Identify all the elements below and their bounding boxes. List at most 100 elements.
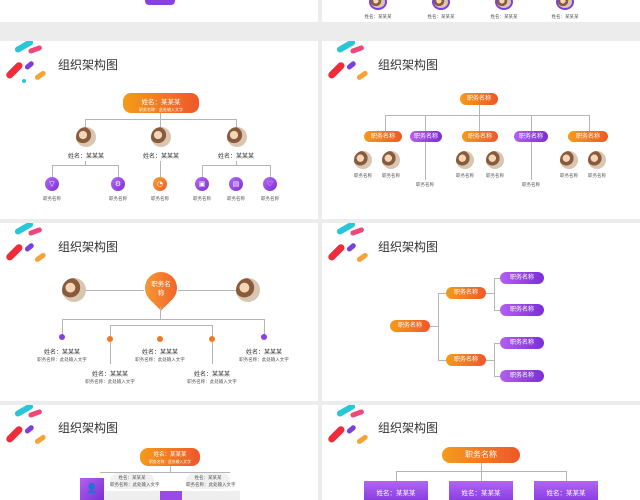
job-label: 职务名称 — [522, 183, 540, 188]
connector — [160, 161, 161, 177]
name-label: 姓名：某某某 — [91, 371, 128, 378]
slide-2: 组织架构图 职务名称 职务名称 职务名称 职务名称 职务名称 职务名称 职务名称… — [322, 41, 640, 219]
slide-5: 组织架构图 姓名：某某某 职务名称：此处输入文字 姓名：某某某 职务名称：此处输… — [0, 405, 318, 500]
lock-icon: ▣ — [195, 177, 209, 191]
connector — [202, 165, 270, 166]
desc-label: 职务名称：此处输入文字 — [110, 483, 160, 488]
connector — [86, 290, 144, 291]
connector — [438, 293, 439, 361]
desc-label: 职务名称：此处输入文字 — [85, 380, 135, 385]
job-label: 职务名称 — [456, 174, 474, 179]
connector — [531, 115, 532, 131]
top-name-pill: 姓名：某某某 职务名称：此处输入文字 — [140, 448, 200, 466]
job-label: 职务名称 — [560, 174, 578, 179]
connector — [494, 343, 495, 376]
avatar-photo — [495, 0, 513, 10]
connector — [438, 360, 446, 361]
name-label: 姓名：某某某 — [142, 153, 179, 160]
connector — [62, 319, 63, 335]
name-label: 姓名：某某某 — [461, 489, 501, 497]
desc-label: 职务名称：此处输入文字 — [37, 358, 87, 363]
partial-purple-shape — [145, 0, 175, 5]
job-label: 职务名称 — [151, 197, 169, 202]
person-photo — [382, 151, 400, 169]
job-label: 职务名称 — [193, 197, 211, 202]
connector — [479, 105, 480, 115]
connector — [160, 307, 161, 319]
name-label: 姓名：某某某 — [193, 371, 230, 378]
purple-panel: 👤 — [80, 478, 104, 500]
job-pill: 职务名称 — [446, 287, 486, 299]
pin-label: 职务名称 — [151, 280, 171, 297]
root-job-pill: 职务名称 — [390, 320, 430, 332]
connector — [52, 165, 118, 166]
name-label: 姓名：某某某 — [364, 15, 392, 20]
job-label: 职务名称 — [354, 174, 372, 179]
image-icon: ▤ — [229, 177, 243, 191]
connector — [479, 115, 480, 131]
pill-desc: 职务名称：此处输入文字 — [149, 459, 191, 464]
avatar-photo — [556, 0, 574, 10]
person-photo — [560, 151, 578, 169]
name-label: 姓名：某某某 — [245, 349, 282, 356]
purple-panel — [160, 491, 182, 500]
name-label: 姓名：某某某 — [194, 476, 222, 481]
connector — [396, 471, 397, 481]
connector — [589, 115, 590, 131]
desc-label: 职务名称：此处输入文字 — [186, 483, 236, 488]
job-pill: 职务名称 — [462, 131, 498, 142]
filter-icon: ▽ — [45, 177, 59, 191]
avatar-photo — [432, 0, 450, 10]
connector — [486, 360, 494, 361]
person-photo — [62, 278, 86, 302]
desc-label: 职务名称：此处输入文字 — [135, 358, 185, 363]
job-pill: 职务名称 — [364, 131, 402, 142]
info-card: 姓名：某某某 职务名称：此处输入文字 — [110, 473, 160, 489]
decor-shapes — [6, 223, 46, 262]
connector — [531, 142, 532, 180]
connector — [236, 119, 237, 127]
connector — [118, 165, 119, 177]
job-pill: 职务名称 — [446, 354, 486, 366]
job-label: 职务名称 — [109, 197, 127, 202]
name-label: 姓名：某某某 — [217, 153, 254, 160]
job-label: 职务名称 — [382, 174, 400, 179]
connector — [385, 115, 589, 116]
job-label: 职务名称 — [261, 197, 279, 202]
name-label: 姓名：某某某 — [43, 349, 80, 356]
job-label: 职务名称 — [486, 174, 504, 179]
pill-name: 姓名：某某某 — [153, 452, 187, 458]
name-label: 姓名：某某某 — [551, 15, 579, 20]
slide-0-left — [0, 0, 318, 22]
decor-shapes — [328, 41, 368, 80]
gray-band — [182, 491, 240, 500]
connector — [566, 471, 567, 481]
name-label: 姓名：某某某 — [141, 349, 178, 356]
job-label: 职务名称 — [43, 197, 61, 202]
heart-icon: ♡ — [263, 177, 277, 191]
person-photo — [227, 127, 247, 147]
connector — [212, 342, 213, 364]
name-label: 姓名：某某某 — [118, 476, 146, 481]
slide-title: 组织架构图 — [58, 58, 119, 72]
connector — [494, 278, 495, 310]
connector — [264, 319, 265, 335]
pill-name: 姓名：某某某 — [141, 98, 181, 106]
connector — [110, 342, 111, 364]
connector — [202, 165, 203, 177]
job-pill: 职务名称 — [500, 337, 544, 349]
connector — [85, 119, 86, 127]
person-photo — [76, 127, 96, 147]
connector — [385, 115, 386, 131]
name-label: 姓名：某某某 — [546, 489, 586, 497]
connector — [481, 471, 482, 481]
connector — [486, 293, 494, 294]
person-photo — [151, 127, 171, 147]
slide-4: 组织架构图 职务名称 职务名称 职务名称 职务名称 职务名称 职务名称 职务名称 — [322, 223, 640, 401]
job-label: 职务名称 — [588, 174, 606, 179]
person-photo — [354, 151, 372, 169]
job-pill: 职务名称 — [568, 131, 608, 142]
decor-shapes — [328, 405, 368, 444]
connector — [160, 119, 161, 127]
name-card: 姓名：某某某 — [364, 481, 428, 500]
